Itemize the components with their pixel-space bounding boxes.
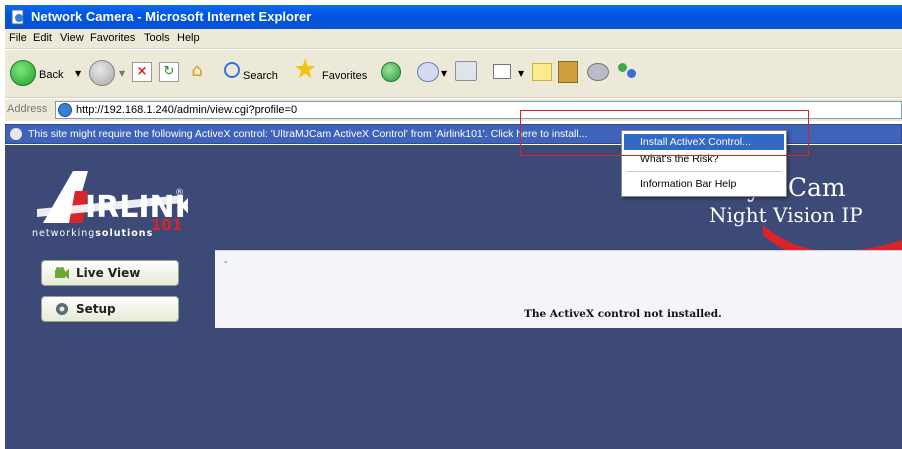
back-arrow-icon[interactable]: [10, 60, 36, 86]
setup-button[interactable]: Setup: [41, 296, 179, 322]
standard-toolbar: Back ▼ ▼ × ↻ ⌂ Search ★ Favorites ▼ ▼: [5, 50, 902, 98]
forward-dropdown-icon[interactable]: ▼: [119, 69, 125, 78]
browser-window: Network Camera - Microsoft Internet Expl…: [5, 0, 902, 449]
setup-label: Setup: [76, 302, 116, 316]
title-bar[interactable]: Network Camera - Microsoft Internet Expl…: [5, 5, 902, 29]
search-icon[interactable]: [224, 62, 240, 78]
information-bar-message[interactable]: This site might require the following Ac…: [28, 128, 587, 140]
history-icon[interactable]: [381, 62, 401, 82]
menu-help[interactable]: Help: [177, 32, 200, 44]
favorites-button-label[interactable]: Favorites: [322, 70, 367, 82]
back-button-label[interactable]: Back: [39, 69, 63, 81]
information-bar-help-menu-item[interactable]: Information Bar Help: [624, 176, 784, 192]
window-title: Network Camera - Microsoft Internet Expl…: [31, 9, 312, 24]
edit-dropdown-icon[interactable]: ▼: [518, 69, 524, 78]
menu-tools[interactable]: Tools: [144, 32, 170, 44]
info-shield-icon: [10, 128, 22, 140]
search-button-label[interactable]: Search: [243, 70, 278, 82]
highlight-outline: [520, 110, 809, 156]
ie-page-icon: [11, 9, 24, 25]
svg-text:101: 101: [151, 216, 182, 234]
menu-edit[interactable]: Edit: [33, 32, 52, 44]
live-view-label: Live View: [76, 266, 141, 280]
menu-file[interactable]: File: [9, 32, 27, 44]
ie-icon: [58, 103, 72, 117]
mail-icon[interactable]: [417, 62, 439, 82]
forward-arrow-icon[interactable]: [89, 60, 115, 86]
setup-gear-icon: [56, 303, 68, 315]
address-label: Address: [7, 103, 48, 115]
menu-favorites[interactable]: Favorites: [90, 32, 135, 44]
edit-icon[interactable]: [493, 64, 511, 79]
refresh-icon[interactable]: ↻: [159, 62, 179, 82]
messenger-icon[interactable]: [587, 63, 609, 81]
research-icon[interactable]: [558, 61, 578, 83]
content-dash: -: [224, 257, 228, 268]
stop-icon[interactable]: ×: [132, 62, 152, 82]
camera-icon: [55, 267, 69, 279]
home-icon[interactable]: ⌂: [186, 61, 208, 83]
discuss-icon[interactable]: [532, 63, 552, 81]
menu-separator: [626, 171, 782, 172]
svg-text:®: ®: [175, 188, 184, 198]
contacts-icon[interactable]: [616, 61, 638, 83]
mail-dropdown-icon[interactable]: ▼: [441, 69, 447, 78]
video-content-area: - The ActiveX control not installed.: [215, 250, 902, 328]
favorites-star-icon[interactable]: ★: [293, 56, 317, 83]
back-dropdown-icon[interactable]: ▼: [75, 69, 81, 78]
activex-status-message: The ActiveX control not installed.: [524, 308, 722, 320]
address-url[interactable]: http://192.168.1.240/admin/view.cgi?prof…: [76, 104, 297, 116]
menu-bar: File Edit View Favorites Tools Help: [5, 29, 902, 49]
menu-view[interactable]: View: [60, 32, 84, 44]
product-name-line2: Night Vision IP: [709, 203, 863, 227]
live-view-button[interactable]: Live View: [41, 260, 179, 286]
print-icon[interactable]: [455, 61, 477, 81]
logo-tagline: networkingsolutions: [32, 228, 154, 239]
